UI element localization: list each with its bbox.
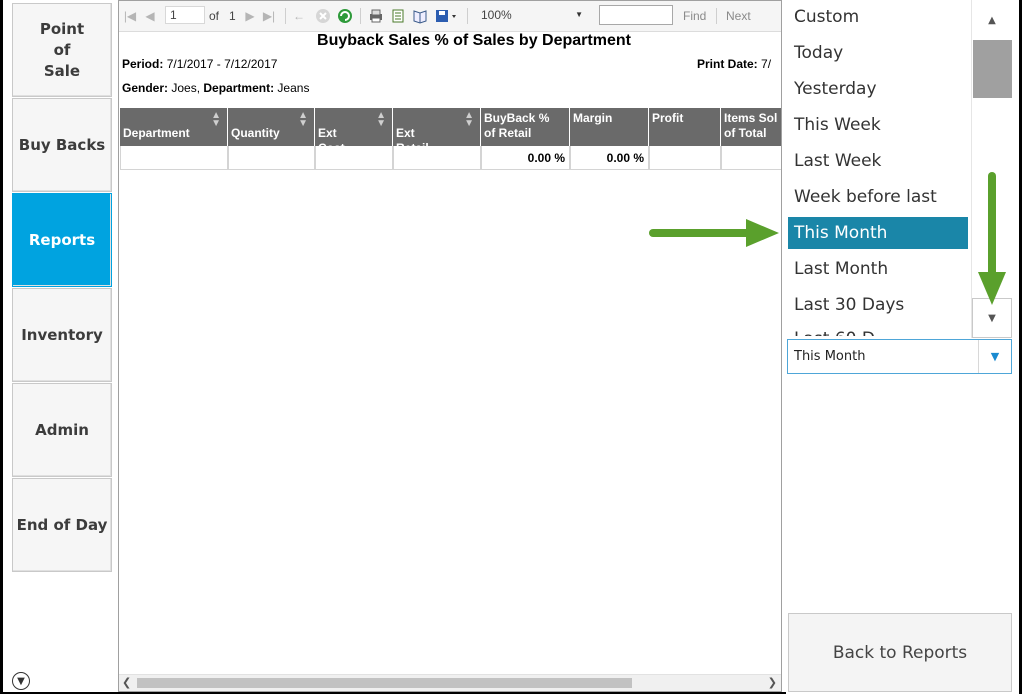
combobox-selected-value: This Month xyxy=(794,349,866,364)
column-header-ext-retail[interactable]: Ext Retail ▲▼ xyxy=(393,108,481,146)
date-range-combobox[interactable]: This Month ▼ xyxy=(787,339,1012,374)
column-header-label: Department xyxy=(123,126,190,140)
last-page-icon[interactable]: ▶| xyxy=(261,7,277,25)
report-period: Period: 7/1/2017 - 7/12/2017 xyxy=(122,57,277,71)
refresh-icon[interactable] xyxy=(337,7,353,25)
toolbar-separator xyxy=(360,8,361,24)
column-header-margin[interactable]: Margin xyxy=(570,108,649,146)
next-page-icon[interactable]: ▶ xyxy=(243,7,257,25)
sort-icon[interactable]: ▲ ▼ xyxy=(298,111,308,129)
nav-inventory-button[interactable]: Inventory xyxy=(12,288,112,382)
table-cell xyxy=(120,146,228,170)
column-header-label: Ext Retail xyxy=(396,126,429,146)
list-vertical-scrollbar[interactable]: ▲ ▼ xyxy=(971,0,1012,338)
date-option-custom[interactable]: Custom xyxy=(788,1,970,33)
print-date-value: 7/ xyxy=(761,57,772,71)
column-header-buyback-pct[interactable]: BuyBack % of Retail xyxy=(481,108,570,146)
date-option-this-month[interactable]: This Month xyxy=(788,217,968,249)
scroll-down-icon[interactable]: ▼ xyxy=(972,298,1012,338)
table-cell xyxy=(721,146,781,170)
export-save-icon[interactable] xyxy=(434,7,460,25)
table-cell xyxy=(649,146,721,170)
column-header-items-sold[interactable]: Items Sol of Total xyxy=(721,108,781,146)
department-label: Department: xyxy=(203,81,275,95)
date-option-today[interactable]: Today xyxy=(788,37,970,69)
find-text-input[interactable] xyxy=(599,5,673,25)
date-option-last-30-days[interactable]: Last 30 Days xyxy=(788,289,970,321)
toolbar-separator xyxy=(716,8,717,24)
nav-admin-button[interactable]: Admin xyxy=(12,383,112,477)
period-label: Period: xyxy=(122,57,164,71)
page-of-label: of xyxy=(209,9,220,23)
table-cell xyxy=(393,146,481,170)
column-header-department[interactable]: Department ▲ ▼ xyxy=(120,108,228,146)
scroll-up-icon[interactable]: ▲ xyxy=(972,0,1012,40)
horizontal-scrollbar[interactable]: ❮ ❯ xyxy=(119,674,781,691)
nav-reports-button[interactable]: Reports xyxy=(12,193,112,287)
back-to-reports-button[interactable]: Back to Reports xyxy=(788,613,1012,692)
window-border-left xyxy=(0,0,3,694)
report-toolbar: |◀ ◀ 1 of 1 ▶ ▶| ← 100% ▼ Find Next xyxy=(119,1,781,32)
scroll-left-icon[interactable]: ❮ xyxy=(122,676,131,689)
zoom-value: 100% xyxy=(481,8,512,22)
page-number-input[interactable]: 1 xyxy=(165,6,205,24)
scroll-right-icon[interactable]: ❯ xyxy=(768,676,777,689)
date-range-list[interactable]: Custom Today Yesterday This Week Last We… xyxy=(788,0,970,336)
zoom-dropdown-icon: ▼ xyxy=(575,10,583,19)
date-option-yesterday[interactable]: Yesterday xyxy=(788,73,970,105)
nav-end-of-day-button[interactable]: End of Day xyxy=(12,478,112,572)
collapse-chevron-icon[interactable]: ▼ xyxy=(12,672,30,690)
zoom-select[interactable]: 100% ▼ xyxy=(477,6,587,24)
report-viewer: |◀ ◀ 1 of 1 ▶ ▶| ← 100% ▼ Find Next Buyb… xyxy=(118,0,782,692)
toolbar-separator xyxy=(467,8,468,24)
date-option-this-week[interactable]: This Week xyxy=(788,109,970,141)
gender-value: Joes, xyxy=(171,81,201,95)
sort-icon[interactable]: ▲ ▼ xyxy=(376,111,386,129)
chevron-down-icon[interactable]: ▼ xyxy=(978,340,1011,373)
find-link[interactable]: Find xyxy=(683,9,706,23)
previous-page-icon[interactable]: ◀ xyxy=(143,7,157,25)
date-option-last-month[interactable]: Last Month xyxy=(788,253,970,285)
table-cell xyxy=(228,146,315,170)
find-next-link[interactable]: Next xyxy=(726,9,751,23)
first-page-icon[interactable]: |◀ xyxy=(123,7,137,25)
table-cell: 0.00 % xyxy=(481,146,570,170)
stop-icon[interactable] xyxy=(315,7,331,25)
nav-point-of-sale-button[interactable]: Point of Sale xyxy=(12,3,112,97)
scrollbar-thumb[interactable] xyxy=(137,678,632,688)
date-option-last-week[interactable]: Last Week xyxy=(788,145,970,177)
date-option-last-60-days[interactable]: Last 60 D xyxy=(788,323,970,336)
gender-label: Gender: xyxy=(122,81,169,95)
nav-buy-backs-button[interactable]: Buy Backs xyxy=(12,98,112,192)
page-total-label: 1 xyxy=(229,9,236,23)
column-header-ext-cost[interactable]: Ext Cost ▲▼ xyxy=(315,108,393,146)
print-date-label: Print Date: xyxy=(697,57,758,71)
report-filters: Gender: Joes, Department: Jeans xyxy=(122,81,309,95)
column-header-label: Quantity xyxy=(231,126,280,140)
date-range-panel: Custom Today Yesterday This Week Last We… xyxy=(786,0,1019,694)
sort-icon[interactable]: ▲ ▼ xyxy=(464,111,474,129)
report-title: Buyback Sales % of Sales by Department xyxy=(317,32,631,49)
column-header-profit[interactable]: Profit xyxy=(649,108,721,146)
date-option-week-before-last[interactable]: Week before last xyxy=(788,181,970,213)
back-icon[interactable]: ← xyxy=(291,7,307,25)
report-print-date: Print Date: 7/ xyxy=(697,57,771,71)
sort-icon[interactable]: ▲ ▼ xyxy=(211,111,221,129)
period-value: 7/1/2017 - 7/12/2017 xyxy=(166,57,278,71)
column-header-label: Ext Cost xyxy=(318,126,345,146)
table-cell xyxy=(315,146,393,170)
print-icon[interactable] xyxy=(367,7,385,25)
column-header-quantity[interactable]: Quantity ▲ ▼ xyxy=(228,108,315,146)
table-cell: 0.00 % xyxy=(570,146,649,170)
print-layout-icon[interactable] xyxy=(389,7,407,25)
department-value: Jeans xyxy=(277,81,310,95)
toolbar-separator xyxy=(285,8,286,24)
scrollbar-thumb[interactable] xyxy=(973,40,1012,98)
page-setup-icon[interactable] xyxy=(411,7,429,25)
